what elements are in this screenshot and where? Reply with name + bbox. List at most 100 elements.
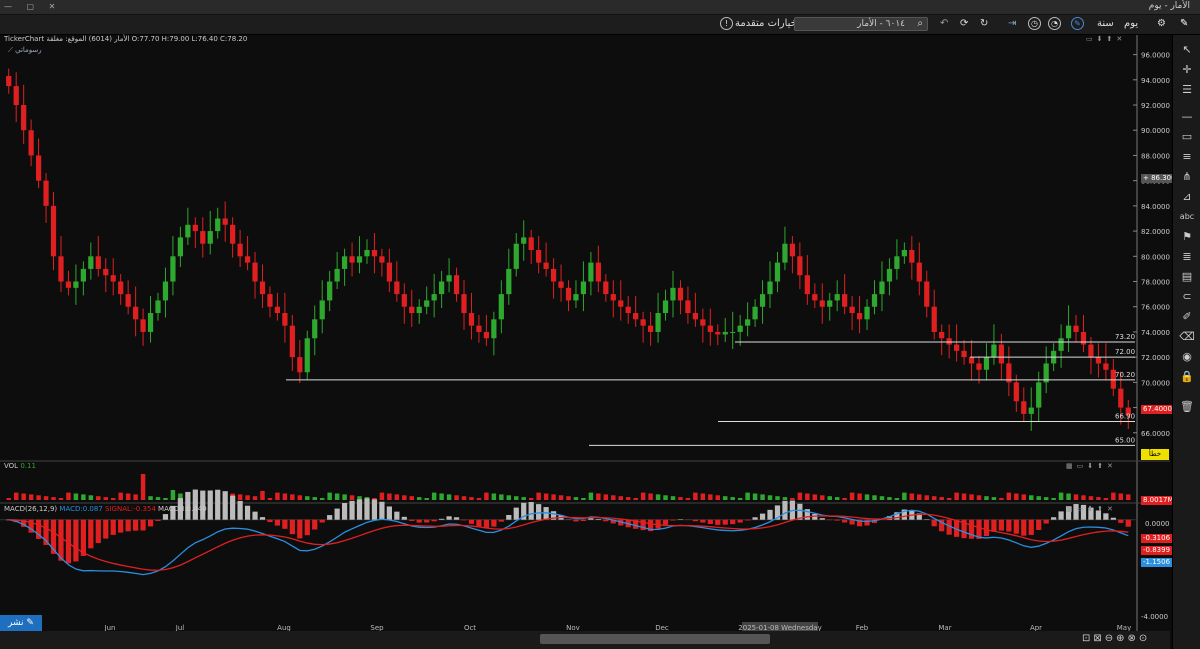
candle-body (170, 256, 176, 282)
flag-icon[interactable]: ⚑ (1179, 230, 1195, 244)
macd-histogram-bar (1058, 511, 1064, 520)
macd-histogram-bar (819, 518, 825, 520)
volume-bar (678, 497, 683, 500)
candle-body (80, 268, 86, 282)
wave-icon[interactable]: ⊿ (1179, 190, 1195, 204)
candle-body (513, 243, 519, 269)
macd-panel-controls[interactable]: ▦▭⬇⬆✕ (1066, 505, 1117, 513)
volume-price-tag: 8.0017M (1141, 496, 1176, 505)
volume-bar (603, 494, 609, 500)
macd-histogram-bar (252, 511, 258, 520)
macd-histogram-bar (446, 516, 452, 520)
zoom-controls[interactable]: ⊡⊠⊖⊕⊗⊙ (1082, 633, 1150, 644)
volume-bar (163, 498, 168, 500)
candle-body (782, 243, 788, 263)
magnet-icon[interactable]: ⊂ (1179, 290, 1195, 304)
macd-label: MACD(26,12,9) (4, 505, 58, 513)
volume-panel-controls[interactable]: ▦▭⬇⬆✕ (1066, 462, 1117, 470)
horizontal-scrollbar[interactable] (540, 634, 770, 644)
price-tick-label: 76.0000 (1141, 304, 1170, 312)
macd-histogram-bar (88, 519, 94, 549)
candle-body (976, 363, 982, 370)
candle-body (207, 231, 213, 244)
macd-histogram-bar (162, 514, 169, 520)
volume-bar (588, 492, 594, 500)
cursor-icon[interactable]: ↖ (1179, 43, 1195, 57)
macd-histogram-bar (595, 519, 601, 520)
rectangle-icon[interactable]: ▭ (1179, 130, 1195, 144)
error-badge[interactable]: خطأ (1141, 449, 1169, 460)
macd-histogram-bar (73, 519, 79, 562)
volume-bar (879, 496, 885, 500)
macd-histogram-bar (319, 519, 325, 523)
candle-body (640, 319, 646, 326)
candle-body (215, 218, 221, 232)
text-icon[interactable]: abc (1179, 210, 1195, 224)
candle-body (707, 325, 713, 332)
lock-icon[interactable]: 🔒 (1179, 370, 1195, 384)
candle-body (909, 250, 915, 263)
eye-icon[interactable]: ◉ (1179, 350, 1195, 364)
volume-bar (528, 498, 534, 500)
macd-tag-2: -0.8399 (1141, 546, 1173, 555)
volume-bar (790, 498, 795, 500)
my-drawings-label[interactable]: ⟋ رسوماتي (8, 46, 42, 55)
macd-histogram-bar (745, 519, 751, 521)
candle-body (730, 331, 736, 333)
candle-body (1065, 325, 1072, 339)
candle-body (595, 262, 601, 282)
trash-icon[interactable]: 🗑 (1179, 400, 1195, 414)
candle-body (812, 294, 818, 301)
pitchfork-icon[interactable]: ⋔ (1179, 170, 1195, 184)
candle-body (312, 319, 318, 339)
drawing-toolbar: ↖ ✛ ☰ — ▭ ≡ ⋔ ⊿ abc ⚑ ≣ ▤ ⊂ ✐ ⌫ ◉ 🔒 🗑 (1172, 35, 1200, 649)
chart-canvas[interactable]: 96.000094.000092.000090.000088.000086.00… (0, 0, 1200, 649)
candle-body (1118, 388, 1124, 408)
volume-bar (700, 493, 706, 500)
macd-histogram-bar (155, 519, 161, 521)
macd-zero-label: 0.0000 (1145, 520, 1170, 528)
crosshair-icon[interactable]: ✛ (1179, 63, 1195, 77)
volume-bar (305, 496, 310, 500)
price-tick-label: 94.0000 (1141, 77, 1170, 85)
support-line-label: 65.00 (1115, 436, 1135, 444)
macd-histogram-bar (998, 519, 1004, 531)
candle-body (655, 313, 661, 332)
signal-value: SIGNAL:-0.354 (105, 505, 156, 513)
macd-histogram-bar (80, 519, 86, 556)
candle-body (259, 281, 266, 295)
volume-bar (103, 497, 108, 500)
macd-histogram-bar (603, 519, 609, 522)
volume-bar (469, 497, 474, 500)
candle-body (88, 256, 94, 269)
layers-icon[interactable]: ▤ (1179, 270, 1195, 284)
volume-bar (319, 498, 325, 500)
price-tick-label: 84.0000 (1141, 203, 1170, 211)
candle-body (558, 281, 564, 288)
share-button[interactable]: نشر ✎ (0, 615, 42, 631)
volume-bar (1073, 494, 1079, 500)
eraser-icon[interactable]: ⌫ (1179, 330, 1195, 344)
brush-icon[interactable]: ✐ (1179, 310, 1195, 324)
horizontal-line-icon[interactable]: — (1179, 110, 1195, 124)
volume-bar (334, 493, 340, 500)
candle-body (662, 300, 669, 314)
macd-histogram-bar (700, 519, 706, 523)
channel-icon[interactable]: ≡ (1179, 150, 1195, 164)
candle-body (1080, 331, 1087, 345)
volume-bar (66, 492, 71, 500)
volume-bar (6, 498, 11, 500)
macd-histogram-bar (767, 509, 773, 520)
fibonacci-icon[interactable]: ≣ (1179, 250, 1195, 264)
candle-body (327, 281, 333, 301)
candle-body (618, 300, 624, 307)
candle-body (1028, 407, 1034, 414)
candle-body (983, 357, 990, 370)
volume-bar (21, 493, 26, 500)
candle-body (282, 313, 288, 326)
candle-body (394, 281, 400, 295)
price-panel-controls[interactable]: ▭⬇⬆✕ (1086, 35, 1126, 43)
horizontal-lines-icon[interactable]: ☰ (1179, 83, 1195, 97)
volume-bar (88, 495, 94, 500)
candle-body (21, 105, 27, 131)
